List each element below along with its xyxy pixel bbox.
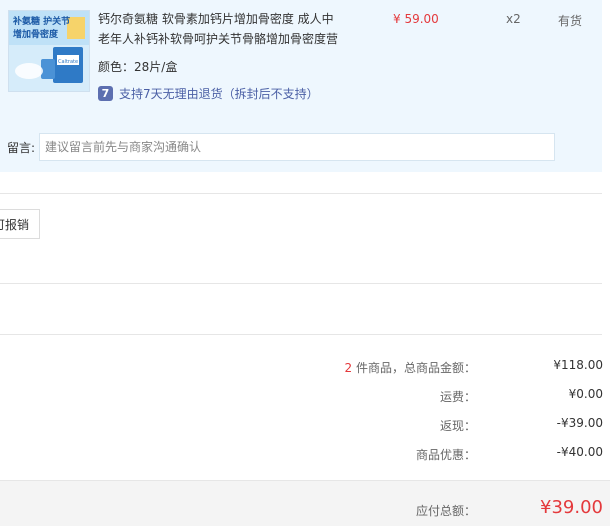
product-title[interactable]: 钙尔奇氨糖 软骨素加钙片增加骨密度 成人中老年人补钙补软骨呵护关节骨骼增加骨密度… <box>98 9 343 49</box>
divider <box>0 283 602 284</box>
shipping-value: ¥0.00 <box>568 387 603 401</box>
return-7-day-icon: 7 <box>98 85 113 101</box>
goods-total-label: 2 件商品，总商品金额： <box>344 361 476 375</box>
unit-price: ¥ 59.00 <box>393 12 439 26</box>
cart-item-panel: 补氨糖 护关节 增加骨密度 Caltrate 钙尔奇氨糖 软骨素加钙片增加骨密度… <box>0 0 602 172</box>
remark-label: 留言: <box>7 141 36 155</box>
payable-bar: 应付总额： ¥39.00 <box>0 480 610 526</box>
thumb-line2: 增加骨密度 <box>13 28 59 40</box>
thumb-line1: 补氨糖 护关节 <box>12 15 70 27</box>
color-spec: 颜色：28片/盒 <box>98 60 178 74</box>
quantity: x2 <box>506 12 521 26</box>
product-thumbnail[interactable]: 补氨糖 护关节 增加骨密度 Caltrate <box>8 10 90 92</box>
divider <box>0 334 602 335</box>
stock-status: 有货 <box>558 14 583 28</box>
divider <box>0 193 602 194</box>
invoice-button[interactable]: 可报销 <box>0 209 40 239</box>
payable-label: 应付总额： <box>415 504 476 518</box>
remark-input[interactable] <box>39 133 555 161</box>
shipping-label: 运费： <box>439 390 476 404</box>
return-policy-text: 支持7天无理由退货（拆封后不支持） <box>119 86 319 101</box>
thumb-brand: Caltrate <box>58 59 78 65</box>
rebate-value: -¥39.00 <box>556 416 603 430</box>
discount-label: 商品优惠： <box>415 448 476 462</box>
payable-value: ¥39.00 <box>540 497 603 518</box>
goods-total-value: ¥118.00 <box>553 358 603 372</box>
discount-value: -¥40.00 <box>556 445 603 459</box>
rebate-label: 返现： <box>439 419 476 433</box>
return-policy: 7 支持7天无理由退货（拆封后不支持） <box>98 84 319 102</box>
